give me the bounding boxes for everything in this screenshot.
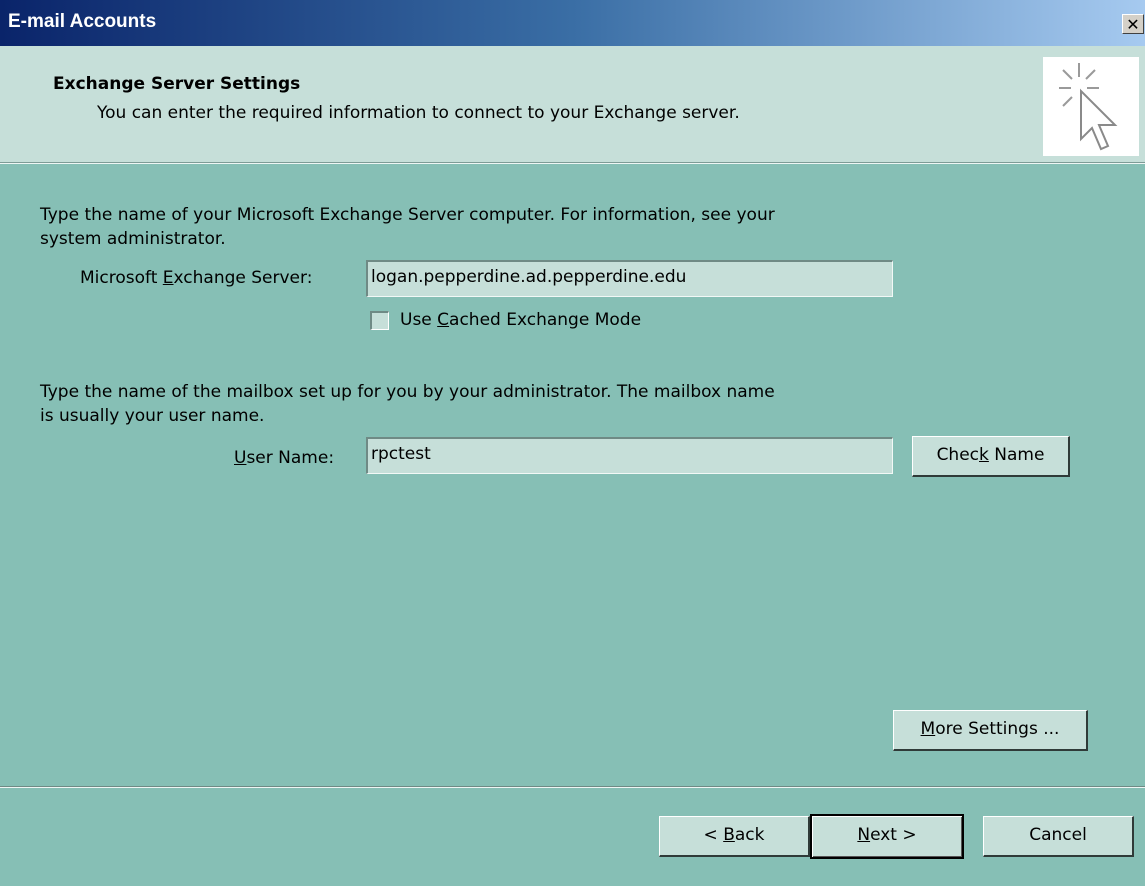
exchange-server-input[interactable]: logan.pepperdine.ad.pepperdine.edu bbox=[366, 260, 893, 297]
user-label-post: ser Name: bbox=[246, 448, 335, 468]
next-accesskey: N bbox=[857, 825, 871, 845]
cached-mode-checkbox[interactable] bbox=[370, 311, 389, 330]
user-name-input[interactable]: rpctest bbox=[366, 437, 893, 474]
back-accesskey: B bbox=[723, 825, 735, 845]
server-instruction-line2: system administrator. bbox=[40, 229, 226, 249]
more-settings-post: ore Settings ... bbox=[935, 719, 1060, 739]
cached-label-post: ached Exchange Mode bbox=[449, 310, 642, 330]
server-instruction-line1: Type the name of your Microsoft Exchange… bbox=[40, 205, 775, 225]
cursor-sparkle-icon bbox=[1043, 57, 1139, 156]
user-label-accesskey: U bbox=[234, 448, 247, 468]
check-name-pre: Chec bbox=[936, 445, 980, 465]
page-subtitle: You can enter the required information t… bbox=[97, 103, 740, 123]
check-name-post: Name bbox=[988, 445, 1045, 465]
user-instruction-line1: Type the name of the mailbox set up for … bbox=[40, 382, 775, 402]
next-post: ext > bbox=[870, 825, 917, 845]
user-name-label: User Name: bbox=[234, 448, 334, 468]
close-icon: ✕ bbox=[1126, 15, 1140, 34]
server-label-post: xchange Server: bbox=[173, 268, 313, 288]
server-label-accesskey: E bbox=[162, 268, 174, 288]
check-name-button[interactable]: Check Name bbox=[912, 436, 1070, 477]
more-settings-accesskey: M bbox=[920, 719, 936, 739]
cancel-button[interactable]: Cancel bbox=[983, 816, 1134, 857]
page-title: Exchange Server Settings bbox=[53, 74, 301, 94]
window-title: E-mail Accounts bbox=[8, 11, 157, 32]
next-button[interactable]: Next > bbox=[810, 814, 964, 859]
back-button[interactable]: < Back bbox=[659, 816, 810, 857]
cached-mode-label[interactable]: Use Cached Exchange Mode bbox=[400, 310, 641, 330]
footer-divider-highlight bbox=[0, 787, 1145, 788]
back-pre: < bbox=[703, 825, 724, 845]
server-label: Microsoft Exchange Server: bbox=[80, 268, 312, 288]
cached-label-accesskey: C bbox=[437, 310, 450, 330]
back-post: ack bbox=[734, 825, 765, 845]
title-bar[interactable]: E-mail Accounts ✕ bbox=[0, 0, 1145, 46]
more-settings-button[interactable]: More Settings ... bbox=[893, 710, 1088, 751]
server-label-pre: Microsoft bbox=[80, 268, 163, 288]
cached-label-pre: Use bbox=[400, 310, 438, 330]
close-button[interactable]: ✕ bbox=[1122, 14, 1144, 34]
header-divider-highlight bbox=[0, 163, 1145, 164]
user-instruction-line2: is usually your user name. bbox=[40, 406, 265, 426]
check-name-accesskey: k bbox=[979, 445, 989, 465]
email-accounts-dialog: E-mail Accounts ✕ Exchange Server Settin… bbox=[0, 0, 1145, 886]
